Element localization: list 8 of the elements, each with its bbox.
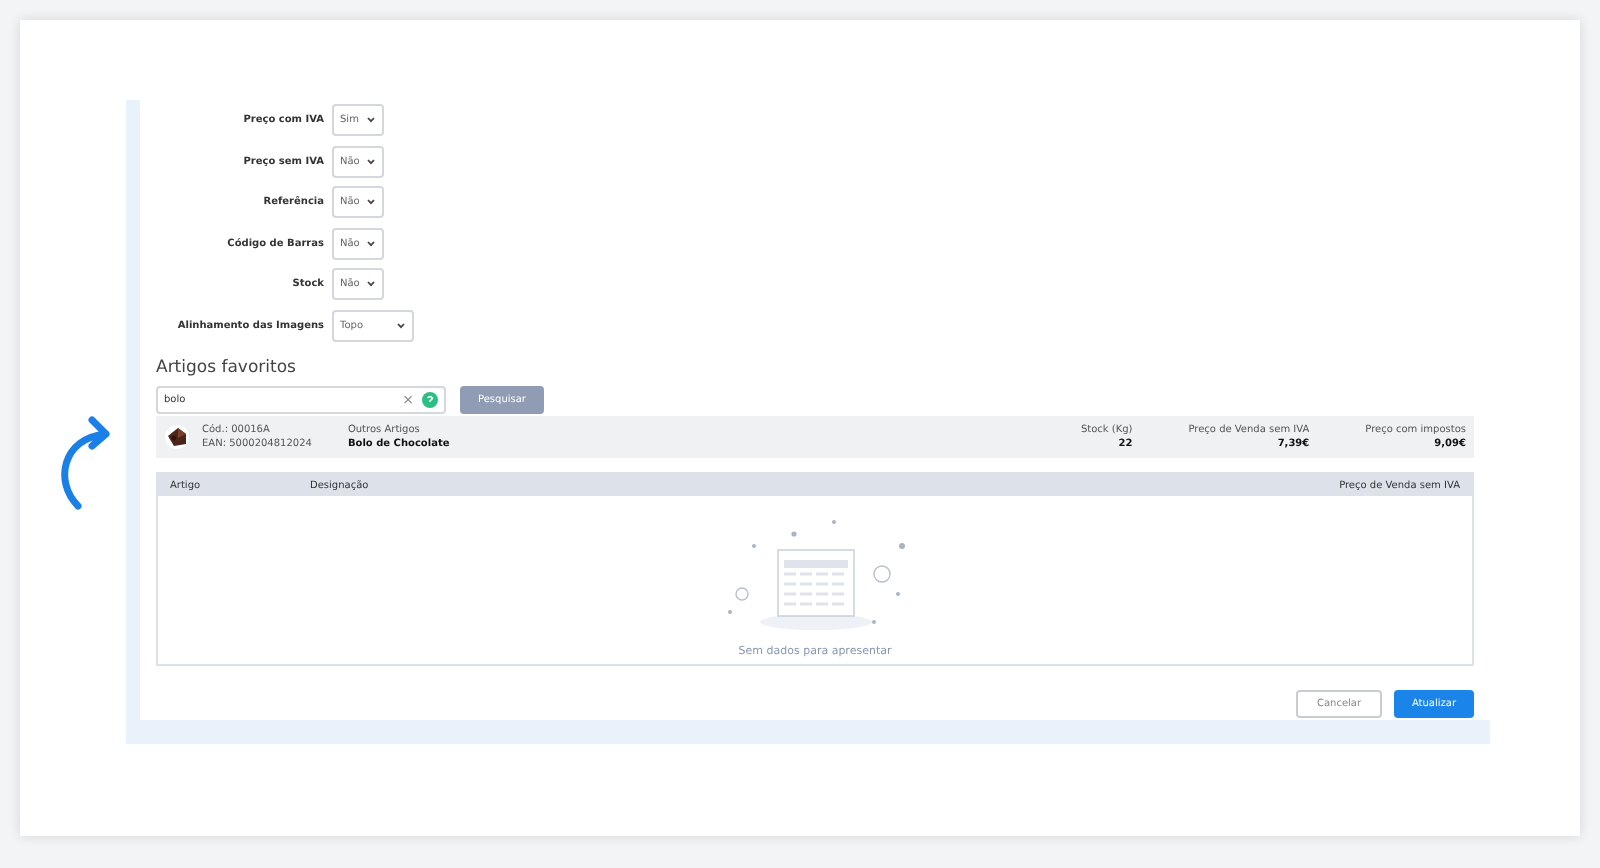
chevron-down-icon — [366, 280, 376, 289]
chevron-down-icon — [366, 198, 376, 207]
help-icon[interactable] — [422, 392, 438, 408]
section-title: Artigos favoritos — [156, 358, 298, 378]
chevron-down-icon — [366, 116, 376, 125]
chevron-down-icon — [366, 157, 376, 166]
chevron-down-icon — [366, 239, 376, 248]
chevron-down-icon — [396, 321, 406, 330]
